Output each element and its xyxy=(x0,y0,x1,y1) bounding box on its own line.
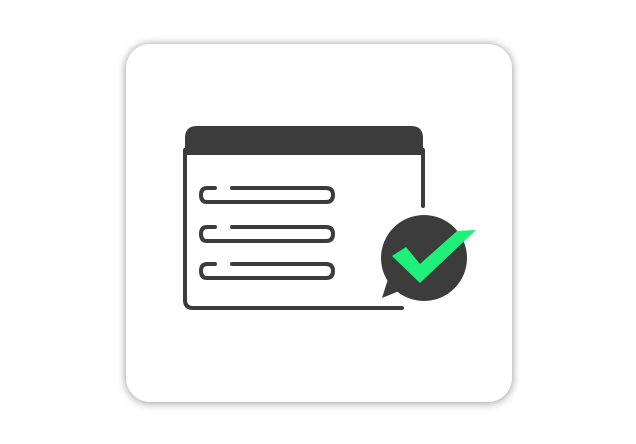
form-line-1 xyxy=(198,186,336,204)
form-approved-icon xyxy=(183,126,476,310)
form-line-3 xyxy=(198,262,336,280)
speech-bubble-icon xyxy=(381,215,467,301)
icon-canvas xyxy=(0,0,636,444)
form-line-2 xyxy=(198,225,336,243)
window-title-bar xyxy=(185,126,423,155)
